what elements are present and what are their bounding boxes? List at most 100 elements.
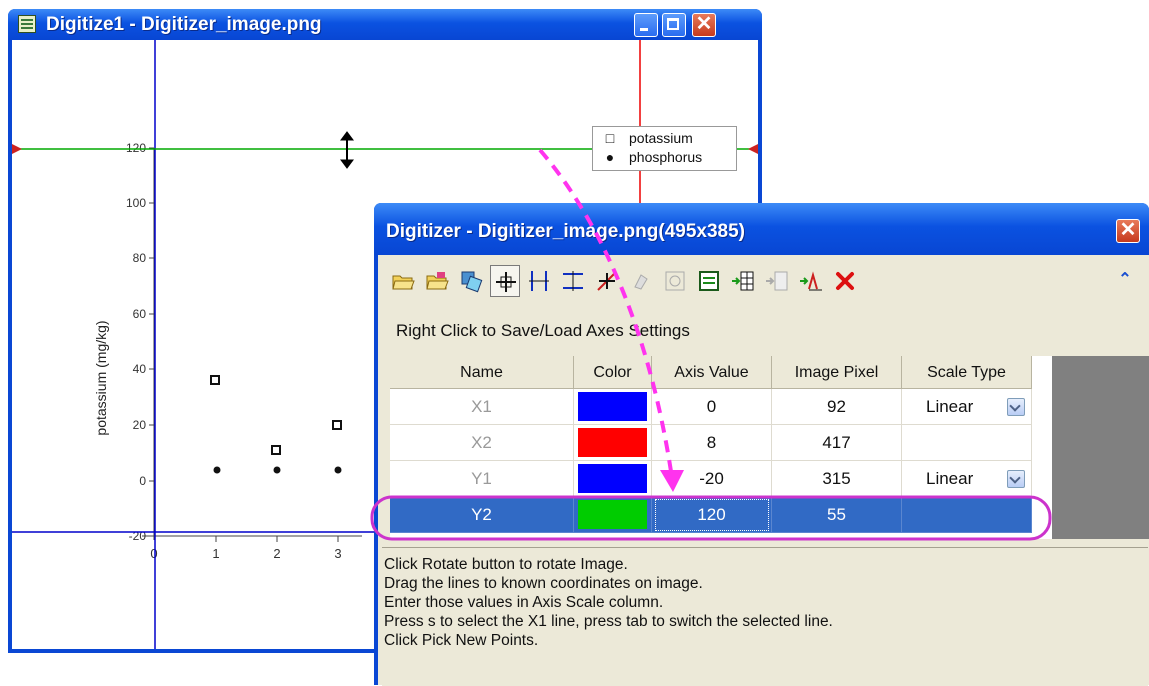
delete-button[interactable] <box>830 265 860 297</box>
worksheet-icon <box>699 271 719 291</box>
scale-type-cell <box>902 497 1032 533</box>
legend-marker: □ <box>605 130 615 146</box>
digitizer-dialog: Digitizer - Digitizer_image.png(495x385)… <box>374 203 1149 686</box>
vertical-resize-cursor-icon <box>340 131 354 169</box>
legend-item-potassium: □ potassium <box>605 130 693 148</box>
axis-value-cell[interactable]: 0 <box>652 389 772 425</box>
x-axis-lines-icon <box>529 271 549 291</box>
potassium-marker <box>210 375 220 385</box>
header-scale-type[interactable]: Scale Type <box>902 356 1032 389</box>
data-disabled-button[interactable] <box>762 265 792 297</box>
zoom-icon <box>665 271 685 291</box>
header-axis-value[interactable]: Axis Value <box>652 356 772 389</box>
scale-type-select[interactable]: Linear <box>902 389 1032 425</box>
collapse-chevron-icon[interactable]: ⌃ <box>1114 269 1136 291</box>
line-handle-left-icon[interactable] <box>12 144 22 154</box>
y-tick-label: 80 <box>133 251 147 265</box>
y-tick-label: 20 <box>133 418 147 432</box>
image-pixel-cell[interactable]: 55 <box>772 497 902 533</box>
dialog-close-button[interactable]: ✕ <box>1116 219 1140 243</box>
x-axis-lines-button[interactable] <box>524 265 554 297</box>
worksheet-button[interactable] <box>694 265 724 297</box>
pick-points-icon <box>597 271 617 291</box>
close-icon: ✕ <box>695 13 713 35</box>
pick-points-button[interactable] <box>592 265 622 297</box>
row-name: X2 <box>390 425 574 461</box>
potassium-marker <box>271 445 281 455</box>
row-color[interactable] <box>574 461 652 497</box>
chevron-down-icon[interactable] <box>1007 398 1025 416</box>
data-disabled-icon <box>766 271 788 291</box>
row-color[interactable] <box>574 497 652 533</box>
image-pixel-cell[interactable]: 92 <box>772 389 902 425</box>
minimize-button[interactable] <box>634 13 658 37</box>
worksheet-app-icon <box>18 15 36 33</box>
axis-value-cell[interactable]: 8 <box>652 425 772 461</box>
row-color[interactable] <box>574 425 652 461</box>
row-name: X1 <box>390 389 574 425</box>
potassium-marker <box>332 420 342 430</box>
instruction-line: Drag the lines to known coordinates on i… <box>384 575 703 592</box>
erase-button[interactable] <box>626 265 656 297</box>
color-swatch <box>578 428 647 457</box>
instruction-line: Click Pick New Points. <box>384 632 539 649</box>
edit-axes-button[interactable] <box>490 265 520 297</box>
color-swatch <box>578 392 647 421</box>
instruction-line: Click Rotate button to rotate Image. <box>384 556 628 573</box>
instructions-panel: Click Rotate button to rotate Image. Dra… <box>382 547 1148 686</box>
scale-type-select[interactable]: Linear <box>902 461 1032 497</box>
header-color[interactable]: Color <box>574 356 652 389</box>
color-swatch <box>578 464 647 493</box>
y-axis-label: potassium (mg/kg) <box>93 320 109 435</box>
y-axis-lines-button[interactable] <box>558 265 588 297</box>
erase-icon <box>634 274 648 290</box>
dialog-body: ⌃ Right Click to Save/Load Axes Settings… <box>378 255 1149 686</box>
rotate-image-button[interactable] <box>456 265 486 297</box>
image-pixel-cell[interactable]: 417 <box>772 425 902 461</box>
plot-legend: □ potassium ● phosphorus <box>592 126 737 171</box>
close-button[interactable]: ✕ <box>692 13 716 37</box>
color-swatch <box>578 500 647 529</box>
legend-label: potassium <box>629 130 693 146</box>
legend-item-phosphorus: ● phosphorus <box>605 149 702 167</box>
y-tick-label: 100 <box>126 196 146 210</box>
phosphorus-marker <box>273 466 281 474</box>
axis-value-cell[interactable]: -20 <box>652 461 772 497</box>
y-tick-label: 60 <box>133 307 147 321</box>
go-to-graph-icon <box>800 271 822 291</box>
close-icon: ✕ <box>1119 219 1137 241</box>
edit-axes-icon <box>496 272 516 292</box>
y-tick-label: 0 <box>139 474 146 488</box>
header-name[interactable]: Name <box>390 356 574 389</box>
instruction-line: Enter those values in Axis Scale column. <box>384 594 664 611</box>
open-image-button[interactable] <box>388 265 418 297</box>
go-to-graph-button[interactable] <box>796 265 826 297</box>
scale-type-value: Linear <box>926 469 974 488</box>
row-color[interactable] <box>574 389 652 425</box>
window-title-bar[interactable]: Digitize1 - Digitizer_image.png ✕ <box>8 9 762 40</box>
legend-label: phosphorus <box>629 149 703 165</box>
window-title: Digitize1 - Digitizer_image.png <box>46 14 322 35</box>
legend-marker: ● <box>605 149 615 165</box>
x-tick-label: 3 <box>334 546 341 561</box>
delete-icon <box>836 272 854 290</box>
maximize-button[interactable] <box>662 13 686 37</box>
scale-type-value: Linear <box>926 397 974 416</box>
chevron-down-icon[interactable] <box>1007 470 1025 488</box>
dialog-title: Digitizer - Digitizer_image.png(495x385) <box>386 221 745 242</box>
image-pixel-cell[interactable]: 315 <box>772 461 902 497</box>
phosphorus-marker <box>213 466 221 474</box>
y-axis-lines-icon <box>563 271 583 291</box>
open-folder-button[interactable] <box>422 265 452 297</box>
header-image-pixel[interactable]: Image Pixel <box>772 356 902 389</box>
zoom-button[interactable] <box>660 265 690 297</box>
axes-settings-hint: Right Click to Save/Load Axes Settings <box>396 321 690 340</box>
row-name: Y2 <box>390 497 574 533</box>
line-handle-right-icon[interactable] <box>748 144 758 154</box>
go-to-data-button[interactable] <box>728 265 758 297</box>
y-tick-label: -20 <box>129 529 147 543</box>
x-tick-label: 2 <box>273 546 280 561</box>
dialog-title-bar[interactable]: Digitizer - Digitizer_image.png(495x385)… <box>374 203 1149 255</box>
x-tick-label: 0 <box>150 546 157 561</box>
row-name: Y1 <box>390 461 574 497</box>
